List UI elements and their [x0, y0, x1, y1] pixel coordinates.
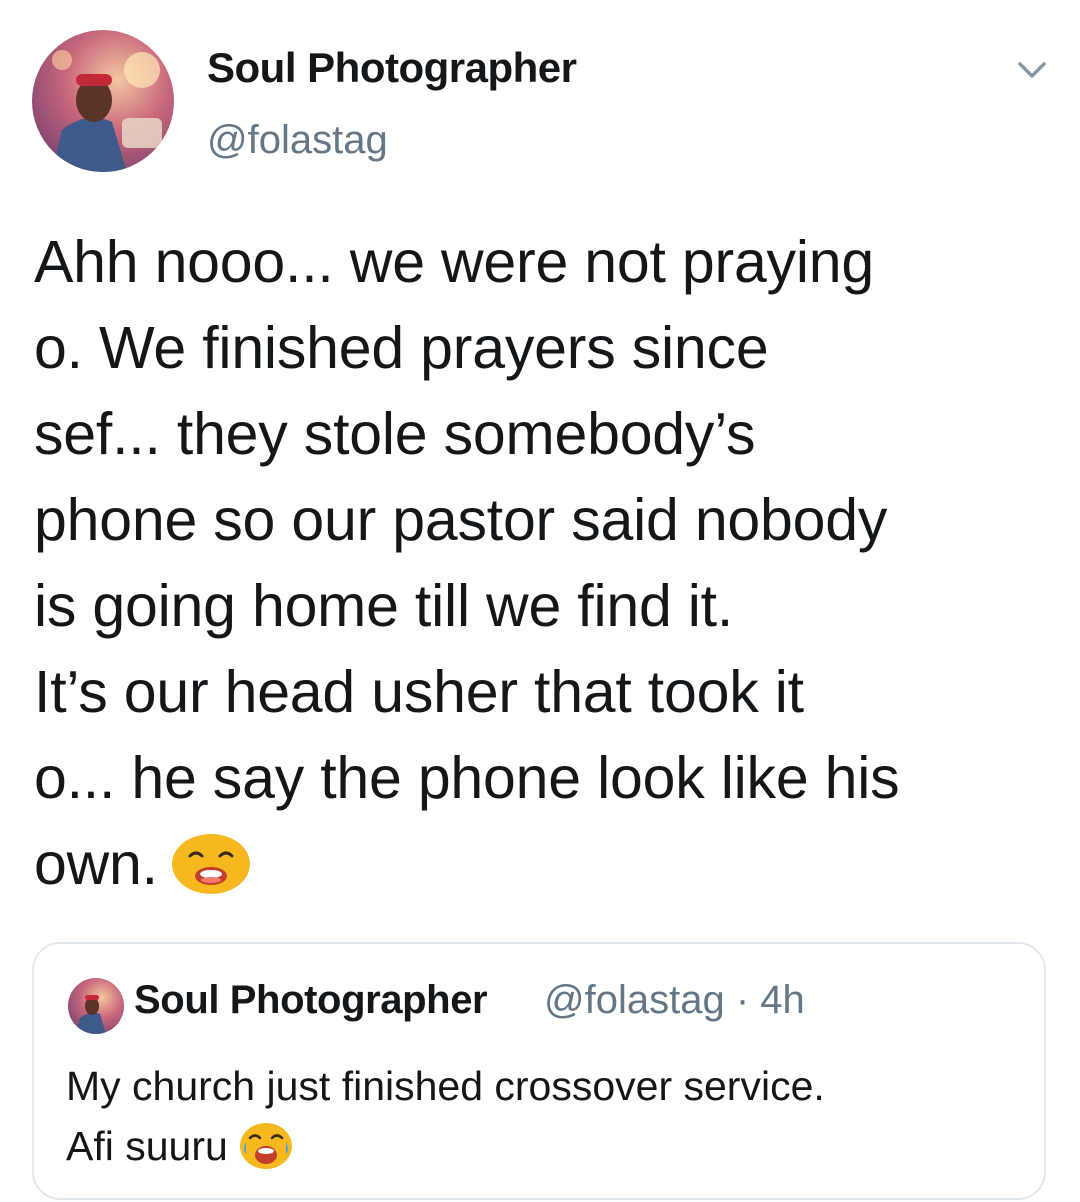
quoted-tweet-text: My church just finished crossover servic… — [66, 1056, 1026, 1176]
avatar[interactable] — [32, 30, 174, 172]
tweet-text-line: sef... they stole somebody’s — [34, 401, 756, 467]
quoted-tweet[interactable]: Soul Photographer @folastag · 4h My chur… — [32, 942, 1046, 1200]
tweet-text-line: own. — [34, 831, 158, 897]
tweet-text-line: It’s our head usher that took it — [34, 659, 804, 725]
tweet-card: Soul Photographer @folastag Ahh nooo... … — [0, 0, 1080, 1202]
tweet-text-line: phone so our pastor said nobody — [34, 487, 888, 553]
chevron-down-icon[interactable] — [1014, 56, 1050, 84]
display-name[interactable]: Soul Photographer — [207, 44, 577, 92]
tweet-text-line: Ahh nooo... we were not praying — [34, 229, 874, 295]
quoted-text-line: Afi suuru — [66, 1123, 228, 1169]
tweet-text-line: is going home till we find it. — [34, 573, 734, 639]
user-handle[interactable]: @folastag — [207, 118, 388, 163]
tweet-text-line: o. We finished prayers since — [34, 315, 769, 381]
quoted-avatar[interactable] — [68, 978, 124, 1034]
quoted-text-line-last: Afi suuru — [66, 1116, 1026, 1176]
avatar-photo — [32, 30, 174, 172]
quoted-text-line: My church just finished crossover servic… — [66, 1063, 825, 1109]
tweet-text-line: o... he say the phone look like his — [34, 745, 900, 811]
tweet-text-line-last: own. — [34, 821, 1054, 907]
face-with-tears-of-joy-icon — [238, 1120, 294, 1170]
quoted-display-name[interactable]: Soul Photographer — [134, 978, 488, 1023]
tweet-text: Ahh nooo... we were not praying o. We fi… — [34, 219, 1054, 907]
quoted-handle-time: @folastag · 4h — [544, 978, 805, 1022]
weary-face-icon — [170, 830, 252, 895]
